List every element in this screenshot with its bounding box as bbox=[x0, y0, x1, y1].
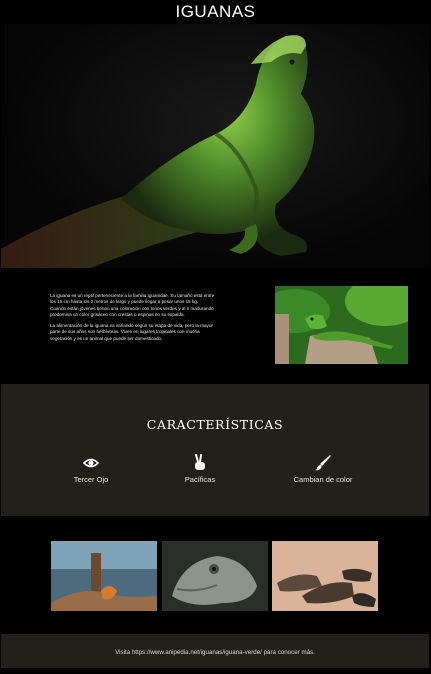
gallery-photo bbox=[272, 541, 378, 611]
feature-label: Pacíficas bbox=[184, 475, 216, 484]
feature-peaceful: Pacíficas bbox=[145, 454, 255, 484]
feature-label: Cambian de color bbox=[293, 475, 353, 484]
about-section: La iguana es un reptil perteneciente a l… bbox=[0, 268, 431, 384]
about-paragraph: La alimentación de la iguana va variando… bbox=[50, 323, 213, 341]
footer: Visita https://www.anipedia.net/iguanas/… bbox=[1, 634, 429, 668]
feature-color-change: Cambian de color bbox=[268, 454, 378, 484]
gallery-photo bbox=[162, 541, 268, 611]
features-section: CARACTERÍSTICAS Tercer Ojo Pacíficas Cam… bbox=[1, 384, 429, 516]
iguana-hero-illustration bbox=[1, 35, 315, 268]
iguana-photo-illustration bbox=[275, 286, 408, 364]
about-paragraph: La iguana es un reptil perteneciente a l… bbox=[50, 293, 215, 317]
paint-brush-icon bbox=[268, 454, 378, 471]
eye-icon bbox=[36, 454, 146, 471]
features-heading: CARACTERÍSTICAS bbox=[146, 417, 284, 432]
gallery-section bbox=[0, 516, 431, 634]
gallery-photo bbox=[51, 541, 157, 611]
peace-hand-icon bbox=[145, 454, 255, 471]
feature-label: Tercer Ojo bbox=[73, 475, 109, 484]
about-text: La iguana es un reptil perteneciente a l… bbox=[50, 293, 215, 347]
hero-image bbox=[1, 24, 429, 268]
page: IGUANAS La iguana es un reptil perteneci… bbox=[0, 0, 431, 674]
header: IGUANAS bbox=[0, 0, 431, 24]
iguana-photo bbox=[275, 286, 408, 364]
page-title: IGUANAS bbox=[175, 2, 256, 21]
footer-text: Visita https://www.anipedia.net/iguanas/… bbox=[115, 649, 315, 656]
feature-third-eye: Tercer Ojo bbox=[36, 454, 146, 484]
